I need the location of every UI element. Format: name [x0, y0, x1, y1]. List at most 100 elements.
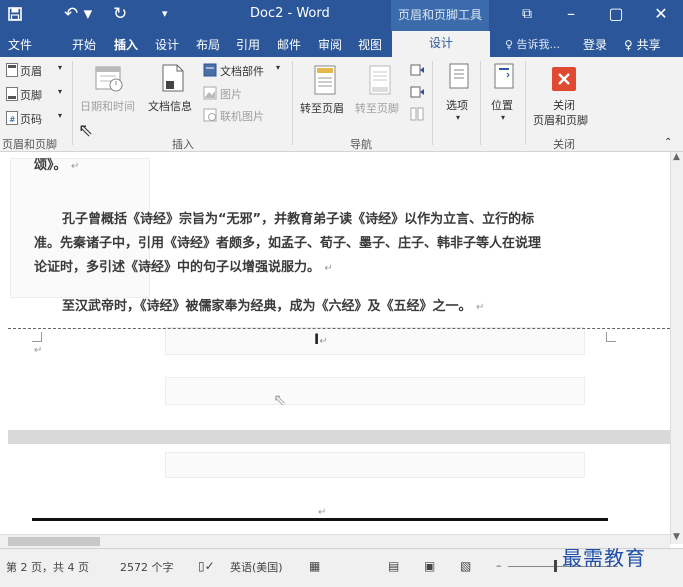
paragraph-1-line-2: 准。先秦诸子中，引用《诗经》者颇多，如孟子、荀子、墨子、庄子、韩非子等人在说理 [34, 236, 542, 251]
customize-qat-icon[interactable]: ▾ [162, 2, 168, 26]
date-time-button[interactable]: 日期和时间 [80, 98, 135, 114]
online-pictures-icon [203, 108, 217, 125]
svg-text:#: # [9, 115, 16, 124]
word-window: ↶ ▾ ↻ ▾ Doc2 - Word 页眉和页脚工具 ⧉ – ▢ ✕ 文件 开… [0, 0, 683, 587]
ghost-panel [165, 327, 585, 355]
page-count-status[interactable]: 第 2 页，共 4 页 [6, 559, 89, 575]
previous-section-icon[interactable] [410, 63, 424, 80]
save-icon[interactable] [8, 2, 22, 28]
page-number-button[interactable]: 页码 [20, 111, 42, 127]
header-border-line [32, 518, 608, 521]
web-layout-icon[interactable]: ▧ [460, 559, 471, 573]
paragraph-1-line-3: 论证时，多引述《诗经》中的句子以增强说服力。 ↵ [34, 260, 333, 275]
header-icon [6, 63, 18, 80]
group-label-header-footer: 页眉和页脚 [2, 138, 57, 151]
vertical-scrollbar[interactable]: ▲ ▼ [670, 152, 683, 544]
header-button[interactable]: 页眉 [20, 63, 42, 79]
title-bar: ↶ ▾ ↻ ▾ Doc2 - Word 页眉和页脚工具 ⧉ – ▢ ✕ [0, 0, 683, 31]
share-button[interactable]: ♀ 共享 [624, 36, 661, 53]
calendar-clock-icon [94, 63, 124, 96]
zoom-slider-thumb[interactable] [554, 560, 557, 572]
ghost-panel [10, 158, 150, 298]
document-parts-icon [203, 63, 217, 80]
scroll-up-icon[interactable]: ▲ [673, 152, 680, 162]
tell-me-search[interactable]: ♀ 告诉我... [505, 36, 560, 52]
print-layout-icon[interactable]: ▣ [424, 559, 435, 573]
group-label-navigation: 导航 [350, 138, 372, 151]
mouse-pointer-icon: ⇖ [273, 390, 287, 409]
next-section-icon[interactable] [410, 85, 424, 102]
margin-corner-mark [606, 332, 616, 342]
position-icon [494, 63, 514, 92]
position-button[interactable]: 位置 [491, 97, 513, 113]
tab-home[interactable]: 开始 [72, 36, 96, 53]
text-line-top: 颂》。 ↵ [34, 158, 80, 173]
page-number-dropdown-icon[interactable]: ▾ [58, 111, 62, 120]
macro-record-icon[interactable]: ▦ [309, 559, 320, 573]
goto-header-button[interactable]: 转至页眉 [300, 100, 344, 116]
options-button[interactable]: 选项 [446, 97, 468, 113]
ribbon-tabs: 文件 开始 插入 设计 布局 引用 邮件 审阅 视图 ♀ 告诉我... 登录 ♀… [0, 31, 683, 57]
undo-icon[interactable]: ↶ ▾ [64, 2, 92, 26]
document-info-icon [160, 63, 186, 96]
close-icon[interactable]: ✕ [639, 0, 683, 31]
tab-insert[interactable]: 插入 [114, 36, 138, 53]
footer-dropdown-icon[interactable]: ▾ [58, 87, 62, 96]
paragraph-2: 至汉武帝时，《诗经》被儒家奉为经典，成为《六经》及《五经》之一。 ↵ [62, 299, 485, 314]
zoom-out-icon[interactable]: – [496, 559, 502, 572]
text-cursor-icon: Ⅰ↵ [314, 332, 328, 348]
read-mode-icon[interactable]: ▤ [388, 559, 399, 573]
proofing-icon[interactable]: ▯✓ [198, 559, 215, 573]
position-dropdown-icon[interactable]: ▾ [501, 113, 505, 122]
ribbon: 页眉 ▾ 页脚 ▾ # 页码 ▾ 页眉和页脚 日期和时间 文档信息 文档部件 ▾ [0, 57, 683, 152]
close-header-footer-button[interactable]: 页眉和页脚 [533, 112, 588, 128]
group-separator [432, 61, 433, 145]
tab-layout[interactable]: 布局 [196, 36, 220, 53]
document-title: Doc2 - Word [250, 6, 330, 21]
ghost-panel [165, 377, 585, 405]
document-info-button[interactable]: 文档信息 [148, 98, 192, 114]
tab-mailings[interactable]: 邮件 [277, 36, 301, 53]
ghost-panel [165, 452, 585, 478]
tab-review[interactable]: 审阅 [318, 36, 342, 53]
footer-icon [6, 87, 18, 104]
close-label-line1[interactable]: 关闭 [553, 97, 575, 113]
tab-view[interactable]: 视图 [358, 36, 382, 53]
pictures-button[interactable]: 图片 [220, 86, 242, 102]
goto-footer-button[interactable]: 转至页脚 [355, 100, 399, 116]
options-icon [449, 63, 469, 92]
page-gap [8, 430, 670, 444]
footer-button[interactable]: 页脚 [20, 87, 42, 103]
paragraph-1-line-1: 孔子曾概括《诗经》宗旨为“无邪”，并教育弟子读《诗经》以作为立言、立行的标 [62, 212, 535, 227]
ribbon-display-icon[interactable]: ⧉ [505, 0, 549, 31]
mouse-cursor-icon: ⇖ [78, 120, 94, 141]
minimize-icon[interactable]: – [549, 0, 593, 31]
scroll-down-icon[interactable]: ▼ [673, 532, 681, 542]
tab-file[interactable]: 文件 [8, 36, 32, 53]
language-status[interactable]: 英语(美国) [230, 559, 283, 575]
signin-link[interactable]: 登录 [583, 36, 607, 53]
header-paragraph-mark: ↵ [318, 507, 327, 518]
pictures-icon [203, 86, 217, 103]
options-dropdown-icon[interactable]: ▾ [456, 113, 460, 122]
link-to-previous-icon[interactable] [410, 107, 424, 124]
group-separator [480, 61, 481, 145]
tab-references[interactable]: 引用 [236, 36, 260, 53]
contextual-tab-title: 页眉和页脚工具 [391, 0, 489, 31]
page-number-icon: # [6, 111, 18, 128]
document-parts-button[interactable]: 文档部件 [220, 63, 264, 79]
tab-design[interactable]: 设计 [155, 36, 179, 53]
redo-icon[interactable]: ↻ [113, 2, 127, 26]
document-area[interactable]: 颂》。 ↵ 孔子曾概括《诗经》宗旨为“无邪”，并教育弟子读《诗经》以作为立言、立… [0, 152, 670, 534]
scroll-thumb[interactable] [8, 537, 100, 546]
goto-footer-icon [369, 65, 391, 98]
group-separator [525, 61, 526, 145]
goto-header-icon [314, 65, 336, 98]
tab-header-footer-design[interactable]: 设计 [392, 31, 490, 58]
collapse-ribbon-icon[interactable]: ⌃ [664, 137, 672, 148]
maximize-icon[interactable]: ▢ [594, 0, 638, 31]
header-dropdown-icon[interactable]: ▾ [58, 63, 62, 72]
word-count-status[interactable]: 2572 个字 [120, 559, 174, 575]
online-pictures-button[interactable]: 联机图片 [220, 108, 264, 124]
document-parts-dropdown-icon[interactable]: ▾ [276, 63, 280, 72]
